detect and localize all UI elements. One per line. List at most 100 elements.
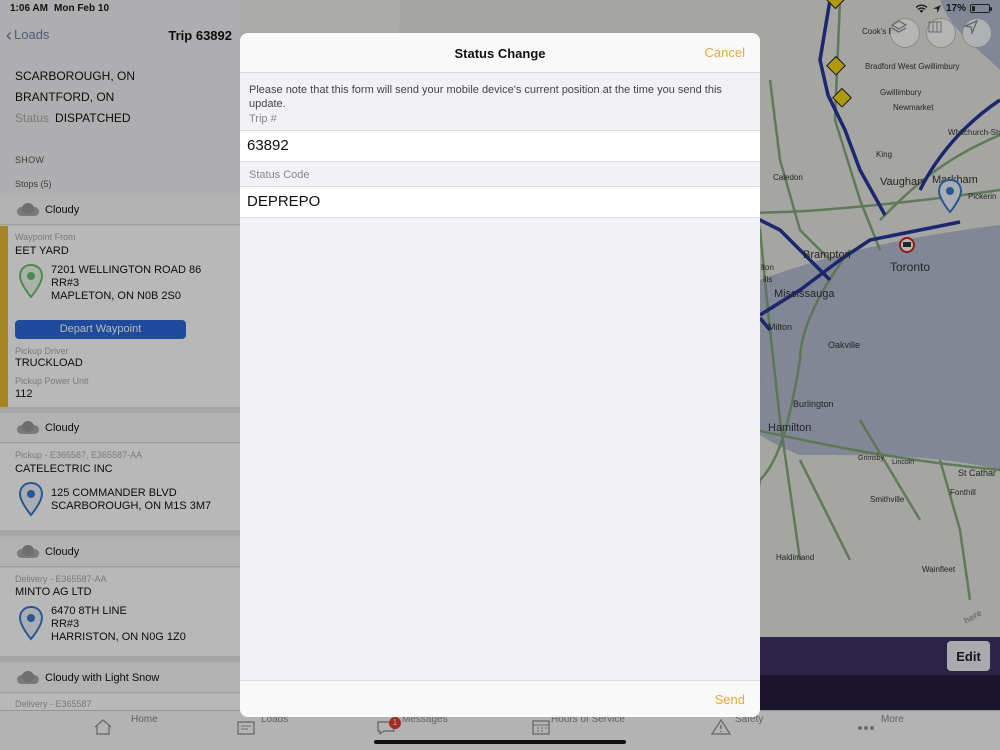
stop-address: 6470 8TH LINE RR#3 HARRISTON, ON N0G 1Z0 [51,605,186,644]
status-bar: 1:06 AM Mon Feb 10 17% [0,0,1000,18]
battery-icon [970,4,992,13]
stop-card[interactable]: Waypoint From EET YARD 7201 WELLINGTON R… [0,226,240,407]
trip-status: Status DISPATCHED [15,108,135,129]
address-line: RR#3 [51,618,80,630]
stop-company: EET YARD [15,245,69,257]
stop-type-label: Pickup - E365587, E365587-AA [15,450,143,460]
cloud-icon [15,544,41,560]
map-pin-blue-icon [18,606,44,641]
map-label: lton [761,263,774,272]
trip-destination: BRANTFORD, ON [15,90,115,104]
back-label: Loads [14,27,50,42]
calendar-icon [532,720,550,735]
stop-card[interactable]: Delivery - E365587 [0,694,240,710]
address-line: 125 COMMANDER BLVD [51,487,177,499]
trip-status-label: Status [15,111,50,125]
modal-title: Status Change [454,46,546,61]
address-line: HARRISTON, ON N0G 1Z0 [51,631,186,643]
edit-button[interactable]: Edit [947,641,990,671]
map-stop-pin-icon[interactable] [937,178,963,214]
stop-type-label: Delivery - E365587 [15,699,92,709]
stop-card[interactable]: Delivery - E365587-AA MINTO AG LTD 6470 … [0,568,240,656]
map-book-icon [928,21,942,33]
trip-origin: SCARBOROUGH, ON [15,69,136,83]
weather-label: Cloudy [45,421,80,434]
stop-company: MINTO AG LTD [15,586,92,598]
map-label: Bradford West Gwillimbury [865,62,960,71]
map-label: Haldimand [776,553,814,562]
tab-label: More [881,714,904,725]
send-button[interactable]: Send [715,692,745,707]
stop-card[interactable]: Pickup - E365587, E365587-AA CATELECTRIC… [0,444,240,530]
map-view-button[interactable] [926,18,956,48]
road-closed-icon[interactable] [899,237,915,253]
stop-weather: Cloudy with Light Snow [0,663,240,693]
stop-weather: Cloudy [0,413,240,443]
cancel-button[interactable]: Cancel [705,45,745,60]
stop-address: 7201 WELLINGTON ROAD 86 RR#3 MAPLETON, O… [51,264,201,303]
map-label: Oakville [828,340,860,350]
modal-header: Status Change Cancel [240,33,760,73]
map-pin-green-icon [18,264,44,299]
map-label: St Cathar [958,468,996,478]
weather-label: Cloudy [45,545,80,558]
depart-waypoint-button[interactable]: Depart Waypoint [15,320,186,339]
status-right: 17% [915,3,992,14]
map-label: Newmarket [893,103,934,112]
map-label: Gwillimbury [880,88,921,97]
map-pin-blue-icon [18,482,44,517]
trip-status-value: DISPATCHED [55,111,131,125]
location-arrow-icon [932,4,941,13]
stop-type-label: Delivery - E365587-AA [15,574,107,584]
map-label: Hamilton [768,422,811,434]
here-watermark: here [962,608,983,626]
stop-weather: Cloudy [0,537,240,567]
map-label: Pickerin [968,192,996,201]
position-note: Please note that this form will send you… [249,84,722,110]
tab-label: Home [131,714,158,725]
pickup-power-unit-value: 112 [15,388,33,400]
weather-label: Cloudy [45,203,80,216]
pickup-driver-value: TRUCKLOAD [15,357,83,369]
address-line: 7201 WELLINGTON ROAD 86 [51,264,202,276]
map-label: ills [763,275,772,284]
trip-header: SCARBOROUGH, ON BRANTFORD, ON Status DISP… [15,66,135,129]
map-label: Vaughan [880,176,923,188]
map-label: Fonthill [950,488,976,497]
trip-number-label: Trip # [249,113,277,125]
status-code-field[interactable]: DEPREPO [240,186,760,218]
unread-badge: 1 [389,717,401,729]
home-indicator[interactable] [374,740,626,744]
map-label: Burlington [793,399,834,409]
map-label: Wainfleet [922,565,956,574]
cloud-snow-icon [15,670,41,686]
locate-me-button[interactable] [962,18,992,48]
trip-title: Trip 63892 [168,28,232,43]
status-code-label: Status Code [249,169,310,181]
status-change-modal: Status Change Cancel Please note that th… [240,33,760,717]
tab-more[interactable]: More [848,713,948,735]
status-time: 1:06 AM [10,3,48,14]
show-section-label[interactable]: SHOW [15,155,44,165]
stop-weather: Cloudy [0,195,240,225]
map-label: King [876,150,892,159]
cloud-icon [15,420,41,436]
tab-home[interactable]: Home [81,713,181,735]
weather-label: Cloudy with Light Snow [45,671,160,684]
map-label: Mississauga [774,288,835,300]
status-date: Mon Feb 10 [54,3,110,14]
battery-percent: 17% [945,3,966,14]
map-layers-button[interactable] [890,18,920,48]
map-label: Whitchurch-Stouffville [948,128,1000,137]
trip-number-field[interactable]: 63892 [240,130,760,162]
chevron-left-icon: ‹ [6,24,12,45]
stop-address: 125 COMMANDER BLVD SCARBOROUGH, ON M1S 3… [51,487,211,513]
map-label: Brampton [803,249,851,261]
battery-level [972,6,975,11]
stop-company: CATELECTRIC INC [15,463,113,475]
back-button[interactable]: ‹ Loads [6,24,50,45]
map-label: Smithville [870,495,905,504]
cloud-icon [15,202,41,218]
address-line: RR#3 [51,277,80,289]
pickup-power-unit-label: Pickup Power Unit [15,376,89,386]
